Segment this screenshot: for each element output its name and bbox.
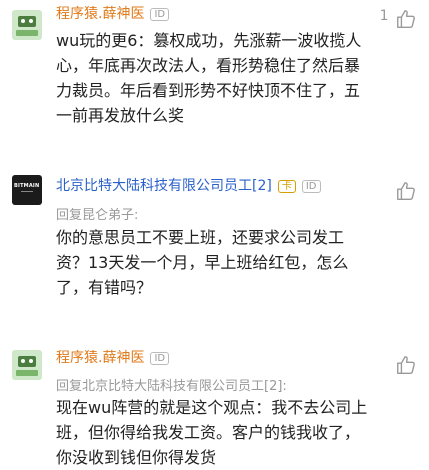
comment-text: wu玩的更6：篡权成功，先涨薪一波收揽人心，年底再次改法人，看形势稳住了然后暴力…: [56, 31, 362, 125]
like-button[interactable]: [395, 354, 417, 380]
id-badge: ID: [301, 179, 321, 193]
comment-text: 你的意思员工不要上班，还要求公司发工资？13天发一个月，早上班给红包，怎么了，有…: [56, 228, 349, 297]
thumbs-up-icon: [397, 356, 415, 374]
username[interactable]: 程序猿.薛神医 ID: [56, 6, 170, 22]
avatar[interactable]: [12, 10, 42, 40]
id-badge: ID: [150, 7, 170, 21]
like-button[interactable]: [395, 180, 417, 206]
thumbs-up-icon: [397, 10, 415, 28]
username-text[interactable]: 程序猿.薛神医: [56, 6, 144, 22]
id-badge: ID: [150, 351, 170, 365]
avatar-logo-text: BITMAIN: [14, 183, 40, 189]
reply-to-label[interactable]: 回复昆仑弟子:: [56, 204, 138, 223]
username[interactable]: 程序猿.薛神医 ID: [56, 350, 170, 366]
avatar[interactable]: BITMAIN: [12, 175, 42, 205]
username-text[interactable]: 程序猿.薛神医: [56, 350, 144, 366]
username-text[interactable]: 北京比特大陆科技有限公司员工[2]: [56, 178, 272, 194]
avatar[interactable]: [12, 350, 42, 380]
username[interactable]: 北京比特大陆科技有限公司员工[2] 卡 ID: [56, 178, 321, 194]
comment-item: 程序猿.薛神医 ID wu玩的更6：篡权成功，先涨薪一波收揽人心，年底再次改法人，…: [0, 0, 429, 160]
thumbs-up-icon: [397, 182, 415, 200]
card-badge: 卡: [277, 179, 296, 193]
comment-item: 程序猿.薛神医 ID 回复北京比特大陆科技有限公司员工[2]: 现在wu阵营的就是…: [0, 340, 429, 470]
avatar-image: [16, 356, 38, 376]
like-count: 1: [379, 8, 389, 24]
avatar-logo-line: [21, 191, 33, 192]
comment-item: BITMAIN 北京比特大陆科技有限公司员工[2] 卡 ID 回复昆仑弟子: 你的意…: [0, 170, 429, 320]
like-button[interactable]: 1: [380, 8, 417, 34]
avatar-image: [16, 16, 38, 36]
reply-to-label[interactable]: 回复北京比特大陆科技有限公司员工[2]:: [56, 375, 287, 394]
comment-text: 现在wu阵营的就是这个观点：我不去公司上班，但你得给我发工资。客户的钱我收了，你…: [56, 398, 368, 467]
